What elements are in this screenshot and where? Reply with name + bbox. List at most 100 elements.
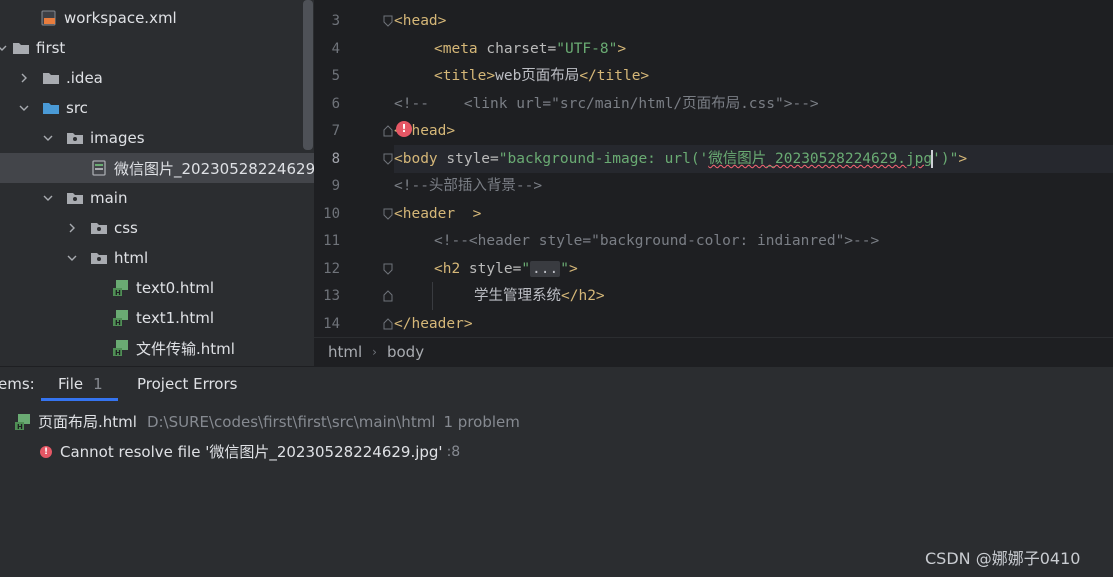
tree-item-css[interactable]: css (0, 213, 314, 243)
folded-code-placeholder[interactable]: ... (530, 261, 561, 277)
line-number-current: 8 (331, 151, 340, 167)
tree-item-label: text1.html (136, 309, 215, 327)
tree-item-text0[interactable]: H text0.html (0, 273, 314, 303)
tree-item-label: first (36, 39, 66, 57)
breadcrumb-item-html[interactable]: html (328, 343, 362, 361)
code-line-4[interactable]: <meta charset="UTF-8"> (394, 35, 1113, 63)
tree-item-label: .idea (66, 69, 103, 87)
fold-marker-icon[interactable] (382, 124, 394, 138)
line-number: 14 (323, 316, 340, 332)
tree-item-label: css (114, 219, 138, 237)
problem-count: 1 problem (443, 412, 520, 431)
chevron-down-icon[interactable] (66, 252, 78, 264)
html-file-icon: H (14, 413, 32, 430)
breadcrumb: html › body (314, 337, 1113, 366)
ide-window: workspace.xml first .idea src images 微信图… (0, 0, 1113, 577)
watermark: CSDN @娜娜子0410 (925, 549, 1081, 568)
chevron-down-icon[interactable] (0, 42, 8, 54)
html-file-icon: H (112, 280, 130, 296)
error-marker-icon[interactable]: ! (396, 121, 412, 137)
problems-tabs: ems: File 1 Project Errors (0, 367, 1113, 401)
tree-item-label: html (114, 249, 149, 267)
tab-file[interactable]: File 1 (58, 367, 103, 401)
problem-file-row[interactable]: H 页面布局.html D:\SURE\codes\first\first\sr… (14, 411, 520, 432)
code-line-10[interactable]: <header > (394, 200, 1113, 228)
svg-text:H: H (17, 423, 23, 430)
tree-item-label: 文件传输.html (136, 339, 235, 358)
folder-icon (90, 250, 108, 266)
tree-item-label: workspace.xml (64, 9, 177, 27)
chevron-right-icon[interactable] (66, 222, 78, 234)
html-file-icon: H (112, 310, 130, 326)
breadcrumb-item-body[interactable]: body (387, 343, 424, 361)
tree-item-label: src (66, 99, 88, 117)
chevron-right-icon[interactable] (18, 72, 30, 84)
tree-item-first[interactable]: first (0, 33, 314, 63)
tree-item-images[interactable]: images (0, 123, 314, 153)
tree-item-main[interactable]: main (0, 183, 314, 213)
tree-item-workspace-xml[interactable]: workspace.xml (0, 3, 314, 33)
code-line-8[interactable]: <body style="background-image: url('微信图片… (394, 145, 1113, 173)
line-number: 7 (331, 123, 340, 139)
fold-marker-icon[interactable] (382, 317, 394, 331)
error-line-ref: :8 (446, 443, 461, 460)
chevron-down-icon[interactable] (42, 192, 54, 204)
code-line-5[interactable]: <title>web页面布局</title> (394, 62, 1113, 90)
tree-item-wechat-image[interactable]: 微信图片_20230528224629.j (0, 153, 314, 183)
line-number: 13 (323, 288, 340, 304)
svg-text:H: H (115, 319, 121, 326)
fold-marker-icon[interactable] (382, 262, 394, 276)
chevron-down-icon[interactable] (18, 102, 30, 114)
tree-item-label: main (90, 189, 128, 207)
code-line-14[interactable]: </header> (394, 310, 1113, 337)
tree-scrollbar[interactable] (303, 0, 313, 150)
error-message: Cannot resolve file '微信图片_20230528224629… (60, 443, 443, 461)
project-tree: workspace.xml first .idea src images 微信图… (0, 0, 314, 366)
svg-text:H: H (115, 349, 121, 356)
chevron-right-icon: › (372, 345, 377, 359)
folder-icon (12, 40, 30, 56)
fold-marker-icon[interactable] (382, 289, 394, 303)
fold-marker-icon[interactable] (382, 14, 394, 28)
code-line-7[interactable]: </head> (394, 117, 1113, 145)
folder-icon (66, 130, 84, 146)
tree-item-label: text0.html (136, 279, 215, 297)
line-number: 6 (331, 96, 340, 112)
tree-item-idea[interactable]: .idea (0, 63, 314, 93)
chevron-down-icon[interactable] (42, 132, 54, 144)
line-number: 5 (331, 68, 340, 84)
folder-icon (66, 190, 84, 206)
code-line-9[interactable]: <!--头部插入背景--> (394, 172, 1113, 200)
svg-text:H: H (115, 289, 121, 296)
tree-item-text1[interactable]: H text1.html (0, 303, 314, 333)
tab-project-errors[interactable]: Project Errors (137, 367, 237, 401)
code-editor[interactable]: 3 4 5 6 7 8 9 10 11 12 13 14 <head> <met… (314, 0, 1113, 337)
line-number: 3 (331, 13, 340, 29)
line-number: 12 (323, 261, 340, 277)
fold-marker-icon[interactable] (382, 152, 394, 166)
code-line-13[interactable]: 学生管理系统</h2> (394, 282, 1113, 310)
line-number: 9 (331, 178, 340, 194)
code-line-12[interactable]: <h2 style="... "> (394, 255, 1113, 283)
panel-title-label: ems: (0, 375, 35, 393)
error-icon: ! (40, 445, 52, 458)
folder-icon (90, 220, 108, 236)
problem-file-name: 页面布局.html (38, 413, 137, 431)
xml-file-icon (40, 10, 58, 26)
tree-item-html[interactable]: html (0, 243, 314, 273)
code-line-6[interactable]: <!-- <link url="src/main/html/页面布局.css">… (394, 90, 1113, 118)
tree-item-src[interactable]: src (0, 93, 314, 123)
problem-file-path: D:\SURE\codes\first\first\src\main\html (146, 412, 436, 431)
line-number: 10 (323, 206, 340, 222)
line-number: 4 (331, 41, 340, 57)
image-file-icon (90, 160, 108, 176)
line-gutter: 3 4 5 6 7 8 9 10 11 12 13 14 (314, 0, 388, 337)
source-folder-icon (42, 100, 60, 116)
code-line-3[interactable]: <head> (394, 7, 1113, 35)
problem-error-row[interactable]: ! Cannot resolve file '微信图片_202305282246… (40, 441, 460, 462)
tree-item-label: 微信图片_20230528224629.j (114, 159, 314, 178)
unresolved-file-reference[interactable]: 微信图片_20230528224629.jpg (708, 151, 932, 167)
code-line-11[interactable]: <!--<header style="background-color: ind… (394, 227, 1113, 255)
tree-item-file-transfer[interactable]: H 文件传输.html (0, 333, 314, 363)
fold-marker-icon[interactable] (382, 207, 394, 221)
